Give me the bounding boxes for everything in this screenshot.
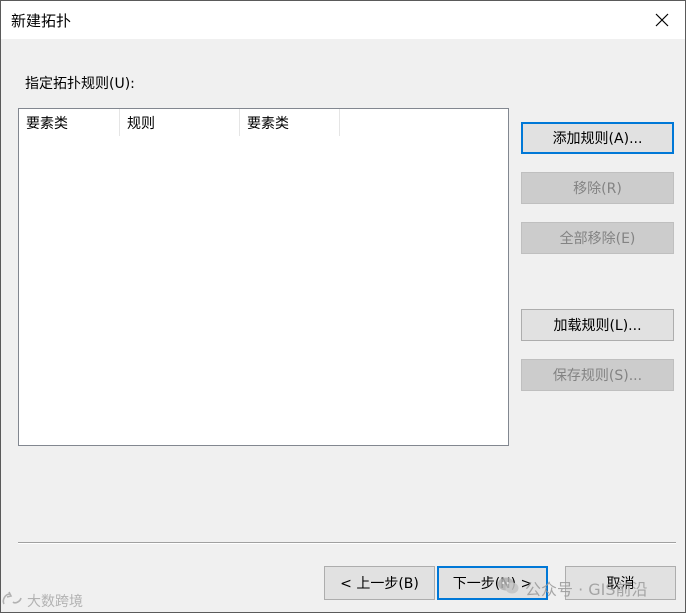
wechat-icon [497, 576, 519, 600]
specify-rules-label: 指定拓扑规则(U): [25, 76, 135, 92]
back-button[interactable]: < 上一步(B) [324, 566, 435, 600]
watermark-right: 公众号 · GIS前沿 [497, 575, 648, 601]
watermark-right-text: 公众号 · GIS前沿 [525, 580, 648, 599]
watermark-logo-icon [1, 590, 23, 612]
watermark-left: 大数跨境 [1, 589, 83, 613]
list-header: 要素类 规则 要素类 [19, 109, 340, 136]
remove-all-button[interactable]: 全部移除(E) [521, 222, 674, 254]
topology-rules-list[interactable]: 要素类 规则 要素类 [18, 108, 509, 446]
load-rules-button[interactable]: 加载规则(L)... [521, 309, 674, 341]
column-header-rule[interactable]: 规则 [120, 109, 240, 136]
save-rules-button[interactable]: 保存规则(S)... [521, 359, 674, 391]
add-rule-button[interactable]: 添加规则(A)... [521, 122, 674, 154]
watermark-left-text: 大数跨境 [27, 594, 83, 610]
close-button[interactable] [639, 1, 685, 39]
column-header-feature-class-2[interactable]: 要素类 [240, 109, 340, 136]
column-header-feature-class-1[interactable]: 要素类 [19, 109, 120, 136]
footer-divider [18, 542, 676, 544]
new-topology-dialog: 新建拓扑 指定拓扑规则(U): 要素类 规则 要素类 添加规则(A)... 移除… [0, 0, 686, 613]
dialog-title: 新建拓扑 [11, 12, 72, 30]
title-bar: 新建拓扑 [1, 1, 685, 39]
remove-button[interactable]: 移除(R) [521, 172, 674, 204]
close-icon [655, 13, 669, 27]
